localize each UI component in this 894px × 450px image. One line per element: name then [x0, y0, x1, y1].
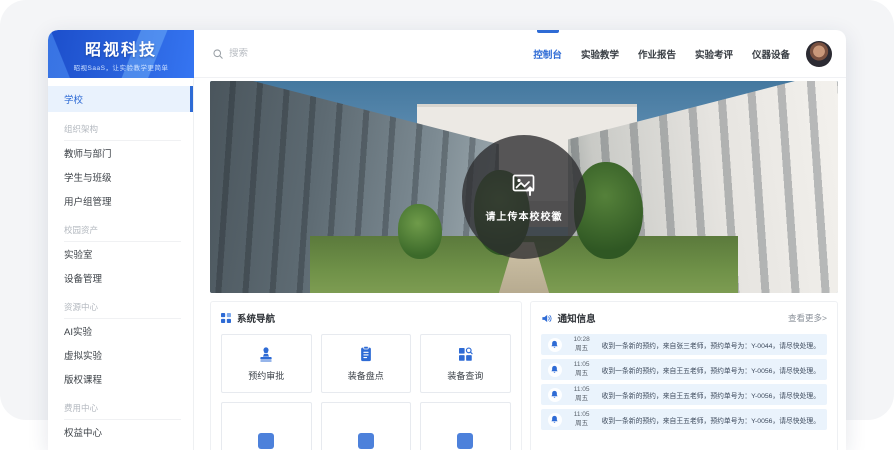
school-banner-photo: 请上传本校校徽	[210, 81, 838, 293]
page-backdrop: 昭视科技 昭视SaaS，让实验教学更简单 学校 组织架构 教师与部门 学生与班级…	[0, 0, 894, 420]
notification-time: 10:28周五	[569, 336, 595, 352]
tab-homework-report[interactable]: 作业报告	[638, 30, 676, 77]
sidebar-group-title: 校园资产	[64, 224, 181, 242]
system-nav-tiles: 预约审批 装备盘点	[221, 334, 511, 450]
search-bar[interactable]	[212, 48, 339, 60]
tab-experiment-assessment[interactable]: 实验考评	[695, 30, 733, 77]
courtyard-tree	[398, 204, 442, 259]
sidebar-group-title: 费用中心	[64, 402, 181, 420]
notification-text: 收到一条新的预约，来自王五老师，预约单号为：Y-0056，请尽快处理。	[602, 365, 820, 375]
notification-text: 收到一条新的预约，来自张三老师，预约单号为：Y-0044，请尽快处理。	[602, 340, 820, 350]
sidebar-item-ai-experiment[interactable]: AI实验	[48, 319, 193, 343]
main-content: 请上传本校校徽 系统导航	[194, 78, 846, 450]
speaker-icon	[541, 313, 552, 324]
sidebar-group-billing: 费用中心 权益中心 账户管理 发票管理	[48, 402, 193, 450]
notifications-title: 通知信息	[558, 311, 596, 325]
bottom-panels: 系统导航 预约审批	[210, 301, 838, 450]
sidebar-group-title: 资源中心	[64, 301, 181, 319]
nav-card-icon	[258, 433, 274, 449]
sidebar-item-user-groups[interactable]: 用户组管理	[48, 189, 193, 213]
brand-logo[interactable]: 昭视科技 昭视SaaS，让实验教学更简单	[48, 30, 194, 78]
clipboard-icon	[357, 345, 375, 363]
sidebar-item-device-management[interactable]: 设备管理	[48, 266, 193, 290]
bell-icon	[548, 363, 562, 377]
grid-search-icon	[456, 345, 474, 363]
nav-card-reservation-approval[interactable]: 预约审批	[221, 334, 312, 393]
nav-card-partial[interactable]	[221, 402, 312, 450]
grid-icon	[221, 313, 231, 323]
top-navigation: 控制台 实验教学 作业报告 实验考评 仪器设备	[533, 30, 790, 77]
nav-card-partial[interactable]	[321, 402, 412, 450]
brand-name: 昭视科技	[85, 36, 157, 60]
sidebar-item-account-management[interactable]: 账户管理	[48, 444, 193, 450]
nav-card-label: 装备盘点	[348, 369, 384, 382]
sidebar: 学校 组织架构 教师与部门 学生与班级 用户组管理 校园资产 实验室 设备管理 …	[48, 78, 194, 450]
sidebar-item-laboratory[interactable]: 实验室	[48, 242, 193, 266]
notifications-panel: 通知信息 查看更多> 10:28周五 收到一条新的预约，来自张三老师，预约单号为…	[530, 301, 838, 450]
sidebar-item-licensed-courses[interactable]: 版权课程	[48, 367, 193, 391]
system-nav-panel: 系统导航 预约审批	[210, 301, 522, 450]
nav-card-partial[interactable]	[420, 402, 511, 450]
notification-row[interactable]: 10:28周五 收到一条新的预约，来自张三老师，预约单号为：Y-0044，请尽快…	[541, 334, 827, 355]
tab-console[interactable]: 控制台	[533, 30, 562, 77]
notification-row[interactable]: 11:05周五 收到一条新的预约，来自王五老师，预约单号为：Y-0056，请尽快…	[541, 384, 827, 405]
sidebar-group-assets: 校园资产 实验室 设备管理	[48, 224, 193, 290]
user-avatar[interactable]	[806, 41, 832, 67]
sidebar-item-school[interactable]: 学校	[48, 86, 193, 112]
system-nav-header: 系统导航	[221, 311, 511, 325]
nav-card-equipment-inventory[interactable]: 装备盘点	[321, 334, 412, 393]
search-input[interactable]	[229, 48, 339, 59]
notification-time: 11:05周五	[569, 386, 595, 402]
nav-card-label: 装备查询	[447, 369, 483, 382]
sidebar-group-org: 组织架构 教师与部门 学生与班级 用户组管理	[48, 123, 193, 213]
upload-prompt-label: 请上传本校校徽	[486, 208, 563, 223]
tab-experiment-teaching[interactable]: 实验教学	[581, 30, 619, 77]
image-upload-icon	[510, 171, 538, 199]
tab-instrument-equipment[interactable]: 仪器设备	[752, 30, 790, 77]
system-nav-title: 系统导航	[237, 311, 275, 325]
nav-card-icon	[457, 433, 473, 449]
search-icon	[212, 48, 224, 60]
sidebar-group-resources: 资源中心 AI实验 虚拟实验 版权课程	[48, 301, 193, 391]
sidebar-item-benefits-center[interactable]: 权益中心	[48, 420, 193, 444]
notification-time: 11:05周五	[569, 361, 595, 377]
nav-card-equipment-search[interactable]: 装备查询	[420, 334, 511, 393]
bell-icon	[548, 338, 562, 352]
app-window: 昭视科技 昭视SaaS，让实验教学更简单 学校 组织架构 教师与部门 学生与班级…	[48, 30, 846, 450]
view-more-link[interactable]: 查看更多>	[788, 312, 827, 324]
notification-row[interactable]: 11:05周五 收到一条新的预约，来自王五老师，预约单号为：Y-0056，请尽快…	[541, 359, 827, 380]
notifications-header: 通知信息 查看更多>	[541, 311, 827, 325]
brand-tagline: 昭视SaaS，让实验教学更简单	[74, 62, 169, 72]
bell-icon	[548, 388, 562, 402]
sidebar-group-title: 组织架构	[64, 123, 181, 141]
nav-card-icon	[358, 433, 374, 449]
notification-text: 收到一条新的预约，来自王五老师，预约单号为：Y-0056，请尽快处理。	[602, 390, 820, 400]
sidebar-item-teachers-departments[interactable]: 教师与部门	[48, 141, 193, 165]
stamp-icon	[257, 345, 275, 363]
sidebar-item-virtual-experiment[interactable]: 虚拟实验	[48, 343, 193, 367]
upload-school-badge-button[interactable]: 请上传本校校徽	[462, 135, 586, 259]
sidebar-item-students-classes[interactable]: 学生与班级	[48, 165, 193, 189]
top-header: 控制台 实验教学 作业报告 实验考评 仪器设备	[194, 30, 846, 78]
nav-card-label: 预约审批	[248, 369, 284, 382]
